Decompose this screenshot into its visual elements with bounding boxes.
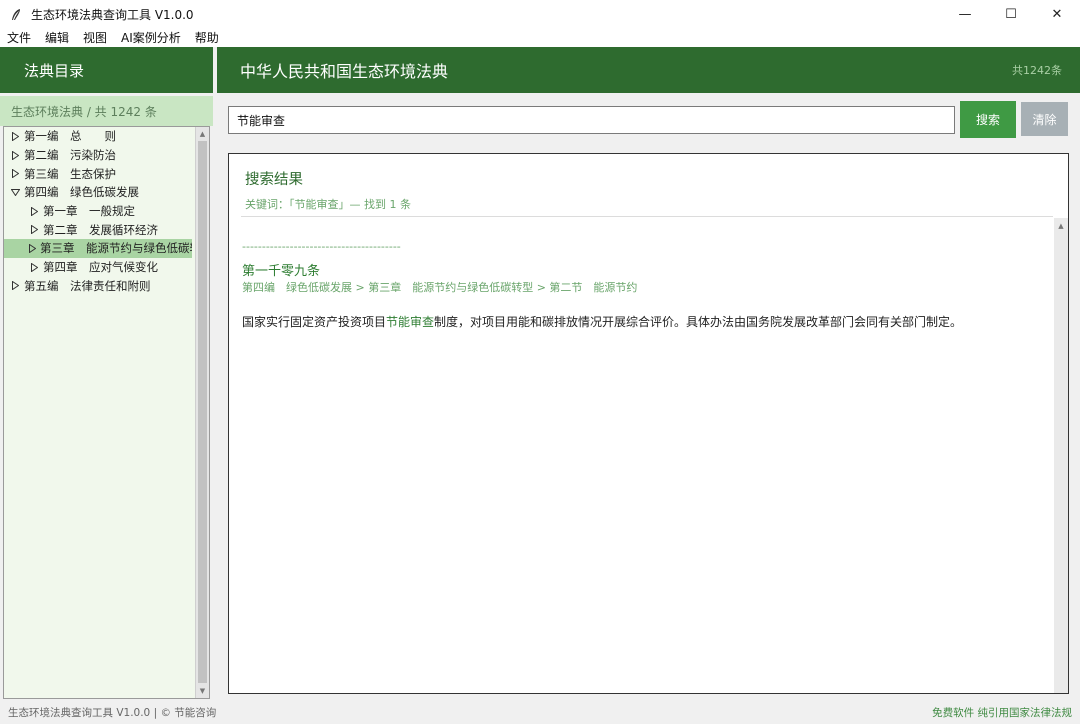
title-bar: 生态环境法典查询工具 V1.0.0 — ☐ ✕: [0, 0, 1080, 29]
article-title: 第一千零九条: [242, 264, 321, 279]
tree-item-label: 第五编 法律责任和附则: [24, 278, 151, 293]
results-title: 搜索结果: [245, 172, 303, 188]
menu-bar: 文件 编辑 视图 AI案例分析 帮助: [0, 29, 1080, 47]
result-separator: ----------------------------------------: [242, 240, 401, 253]
article-path: 第四编 绿色低碳发展 > 第三章 能源节约与绿色低碳转型 > 第二节 能源节约: [242, 281, 638, 294]
page-title: 中华人民共和国生态环境法典: [240, 62, 449, 81]
results-scrollbar[interactable]: ▲: [1054, 218, 1068, 693]
feather-icon: [9, 8, 23, 22]
tree-item-label: 第二章 发展循环经济: [43, 222, 158, 237]
chevron-right-icon[interactable]: [10, 281, 20, 291]
chevron-right-icon[interactable]: [29, 206, 39, 216]
main-header: 中华人民共和国生态环境法典 共1242条: [217, 47, 1080, 93]
search-button[interactable]: 搜索: [960, 101, 1016, 138]
tree-item[interactable]: 第二编 污染防治: [4, 146, 192, 165]
status-bar: 生态环境法典查询工具 V1.0.0 | © 节能咨询 免费软件 纯引用国家法律法…: [0, 700, 1080, 724]
scroll-up-icon[interactable]: ▲: [196, 128, 209, 140]
scroll-up-icon[interactable]: ▲: [1054, 220, 1068, 232]
article-body-before: 国家实行固定资产投资项目: [242, 315, 387, 329]
article-body: 国家实行固定资产投资项目节能审查制度，对项目用能和碳排放情况开展综合评价。具体办…: [242, 313, 962, 330]
menu-edit[interactable]: 编辑: [38, 29, 76, 47]
menu-help[interactable]: 帮助: [188, 29, 226, 47]
tree-item[interactable]: 第一章 一般规定: [4, 202, 192, 221]
scroll-thumb[interactable]: [198, 141, 207, 683]
tree-item-label: 第三章 能源节约与绿色低碳转型: [40, 241, 192, 256]
sidebar: 法典目录 生态环境法典 / 共 1242 条 第一编 总 则第二编 污染防治 第三…: [0, 47, 213, 700]
menu-file[interactable]: 文件: [0, 29, 38, 47]
results-keyword-line: 关键词：「节能审查」— 找到 1 条: [245, 198, 411, 211]
results-panel: 搜索结果 关键词：「节能审查」— 找到 1 条 ----------------…: [228, 153, 1069, 694]
status-right: 免费软件 纯引用国家法律法规: [932, 706, 1072, 719]
tree-item[interactable]: 第四章 应对气候变化: [4, 258, 192, 277]
close-button[interactable]: ✕: [1034, 0, 1080, 29]
chevron-right-icon[interactable]: [29, 243, 36, 253]
tree-item-label: 第二编 污染防治: [24, 148, 116, 163]
chevron-right-icon[interactable]: [10, 131, 20, 141]
search-input[interactable]: [228, 106, 955, 134]
tree-scrollbar[interactable]: ▲ ▼: [195, 127, 209, 698]
maximize-button[interactable]: ☐: [988, 0, 1034, 29]
tree-item-label: 第三编 生态保护: [24, 166, 116, 181]
window-title: 生态环境法典查询工具 V1.0.0: [31, 8, 194, 22]
sidebar-subheader: 生态环境法典 / 共 1242 条: [0, 96, 213, 126]
menu-view[interactable]: 视图: [76, 29, 114, 47]
sidebar-header: 法典目录: [0, 47, 213, 93]
scroll-down-icon[interactable]: ▼: [196, 685, 209, 697]
chevron-right-icon[interactable]: [29, 262, 39, 272]
tree-item[interactable]: 第二章 发展循环经济: [4, 220, 192, 239]
tree-item[interactable]: 第三编 生态保护: [4, 164, 192, 183]
window-controls: — ☐ ✕: [942, 0, 1080, 29]
tree-item-label: 第一章 一般规定: [43, 204, 135, 219]
chevron-right-icon[interactable]: [10, 169, 20, 179]
search-bar: 搜索 清除: [228, 101, 1068, 138]
tree-item[interactable]: 第三章 能源节约与绿色低碳转型: [4, 239, 192, 258]
main-panel: 中华人民共和国生态环境法典 共1242条 搜索 清除 搜索结果 关键词：「节能审…: [217, 47, 1080, 700]
tree-items: 第一编 总 则第二编 污染防治 第三编 生态保护第四编 绿色低碳发展第一章 一般规…: [4, 127, 192, 295]
article-body-highlight: 节能审查: [386, 315, 435, 329]
chevron-down-icon[interactable]: [10, 188, 20, 196]
tree-item[interactable]: 第五编 法律责任和附则: [4, 277, 192, 296]
tree-item[interactable]: 第一编 总 则: [4, 127, 192, 146]
clear-button[interactable]: 清除: [1021, 102, 1068, 136]
status-left: 生态环境法典查询工具 V1.0.0 | © 节能咨询: [8, 706, 217, 719]
menu-ai-case-analysis[interactable]: AI案例分析: [114, 29, 188, 47]
tree-item-label: 第四章 应对气候变化: [43, 260, 158, 275]
results-divider: [241, 216, 1053, 217]
article-body-after: 制度，对项目用能和碳排放情况开展综合评价。具体办法由国务院发展改革部门会同有关部…: [434, 315, 963, 329]
tree-item-label: 第四编 绿色低碳发展: [24, 185, 139, 200]
tree-item-label: 第一编 总 则: [24, 129, 116, 144]
minimize-button[interactable]: —: [942, 0, 988, 29]
catalog-tree: 第一编 总 则第二编 污染防治 第三编 生态保护第四编 绿色低碳发展第一章 一般规…: [3, 126, 210, 699]
article-count: 共1242条: [1012, 64, 1062, 77]
chevron-right-icon[interactable]: [10, 150, 20, 160]
chevron-right-icon[interactable]: [29, 225, 39, 235]
tree-item[interactable]: 第四编 绿色低碳发展: [4, 183, 192, 202]
